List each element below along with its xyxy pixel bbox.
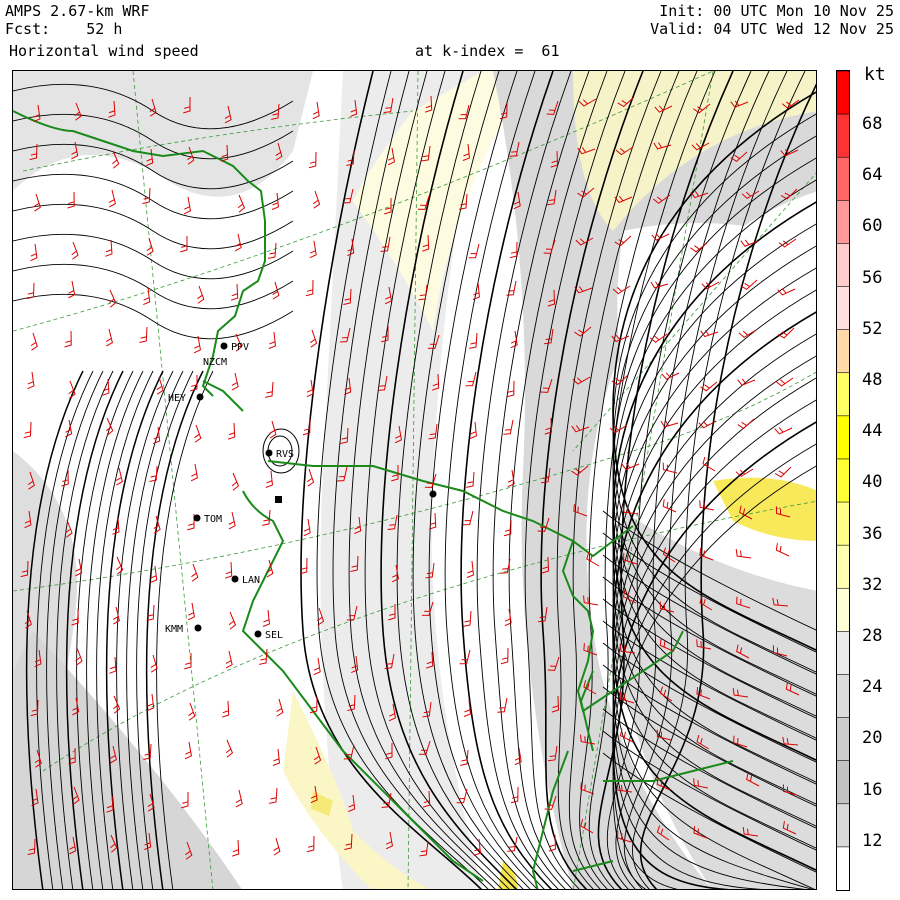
colorbar-tick-label: 24	[862, 677, 883, 698]
colorbar-swatch	[837, 243, 849, 288]
colorbar-swatch	[837, 760, 849, 805]
valid-time: Valid: 04 UTC Wed 12 Nov 25	[650, 20, 894, 38]
colorbar-swatch	[837, 674, 849, 719]
colorbar-swatch	[837, 114, 849, 158]
colorbar-tick-label: 16	[862, 779, 883, 800]
wind-map: PPV NZCM HEY RVS TOM LAN KMM SEL	[12, 70, 817, 890]
colorbar-swatch	[837, 286, 849, 331]
colorbar-swatch	[837, 631, 849, 675]
colorbar-tick-label: 68	[862, 114, 883, 134]
speed-shading	[13, 71, 816, 889]
colorbar-tick-label: 36	[862, 523, 883, 544]
colorbar-tick-label: 32	[862, 574, 883, 595]
colorbar-swatch	[837, 329, 849, 374]
colorbar-swatch	[837, 846, 849, 890]
station-label-nzcm: NZCM	[203, 357, 227, 368]
colorbar-swatch	[837, 200, 849, 244]
colorbar	[836, 70, 850, 891]
colorbar-swatch	[837, 717, 849, 762]
colorbar-tick-label: 56	[862, 267, 883, 288]
station-label-hey: HEY	[168, 393, 186, 404]
colorbar-tick-label: 48	[862, 370, 883, 390]
station-nzcm: NZCM	[203, 357, 227, 368]
station-label-rvs: RVS	[276, 449, 294, 460]
colorbar-swatch	[837, 71, 849, 115]
colorbar-tick-label: 20	[862, 728, 883, 749]
colorbar-swatch	[837, 415, 849, 460]
station-label-lan: LAN	[242, 575, 260, 586]
colorbar-tick-label: 28	[862, 626, 883, 646]
colorbar-swatch	[837, 588, 849, 632]
wind-map-svg: PPV NZCM HEY RVS TOM LAN KMM SEL	[13, 71, 816, 889]
station-label-sel: SEL	[265, 630, 283, 641]
station-label-ppv: PPV	[231, 342, 249, 353]
field-name: Horizontal wind speed	[9, 42, 199, 60]
colorbar-tick-label: 60	[862, 216, 883, 237]
colorbar-tick-label: 64	[862, 165, 883, 186]
colorbar-swatch	[837, 458, 849, 503]
colorbar-unit: kt	[864, 64, 886, 85]
colorbar-swatch	[837, 372, 849, 417]
colorbar-tick-label: 44	[862, 421, 883, 442]
forecast-value: 52 h	[86, 20, 123, 38]
colorbar-swatch	[837, 502, 849, 546]
level-label: at k-index = 61	[415, 42, 560, 60]
init-time: Init: 00 UTC Mon 10 Nov 25	[659, 2, 894, 20]
colorbar-tick-label: 12	[862, 830, 883, 851]
colorbar-tick-label: 52	[862, 318, 883, 339]
forecast-hours: Fcst: 52 h	[5, 21, 122, 38]
model-title: AMPS 2.67-km WRF	[5, 2, 150, 20]
colorbar-swatch	[837, 545, 849, 589]
station-label-kmm: KMM	[165, 624, 183, 635]
colorbar-svg	[837, 71, 849, 890]
colorbar-swatch	[837, 157, 849, 201]
forecast-label: Fcst:	[5, 20, 51, 38]
station-label-tom: TOM	[204, 514, 222, 525]
colorbar-tick-label: 40	[862, 472, 883, 493]
colorbar-swatch	[837, 803, 849, 848]
